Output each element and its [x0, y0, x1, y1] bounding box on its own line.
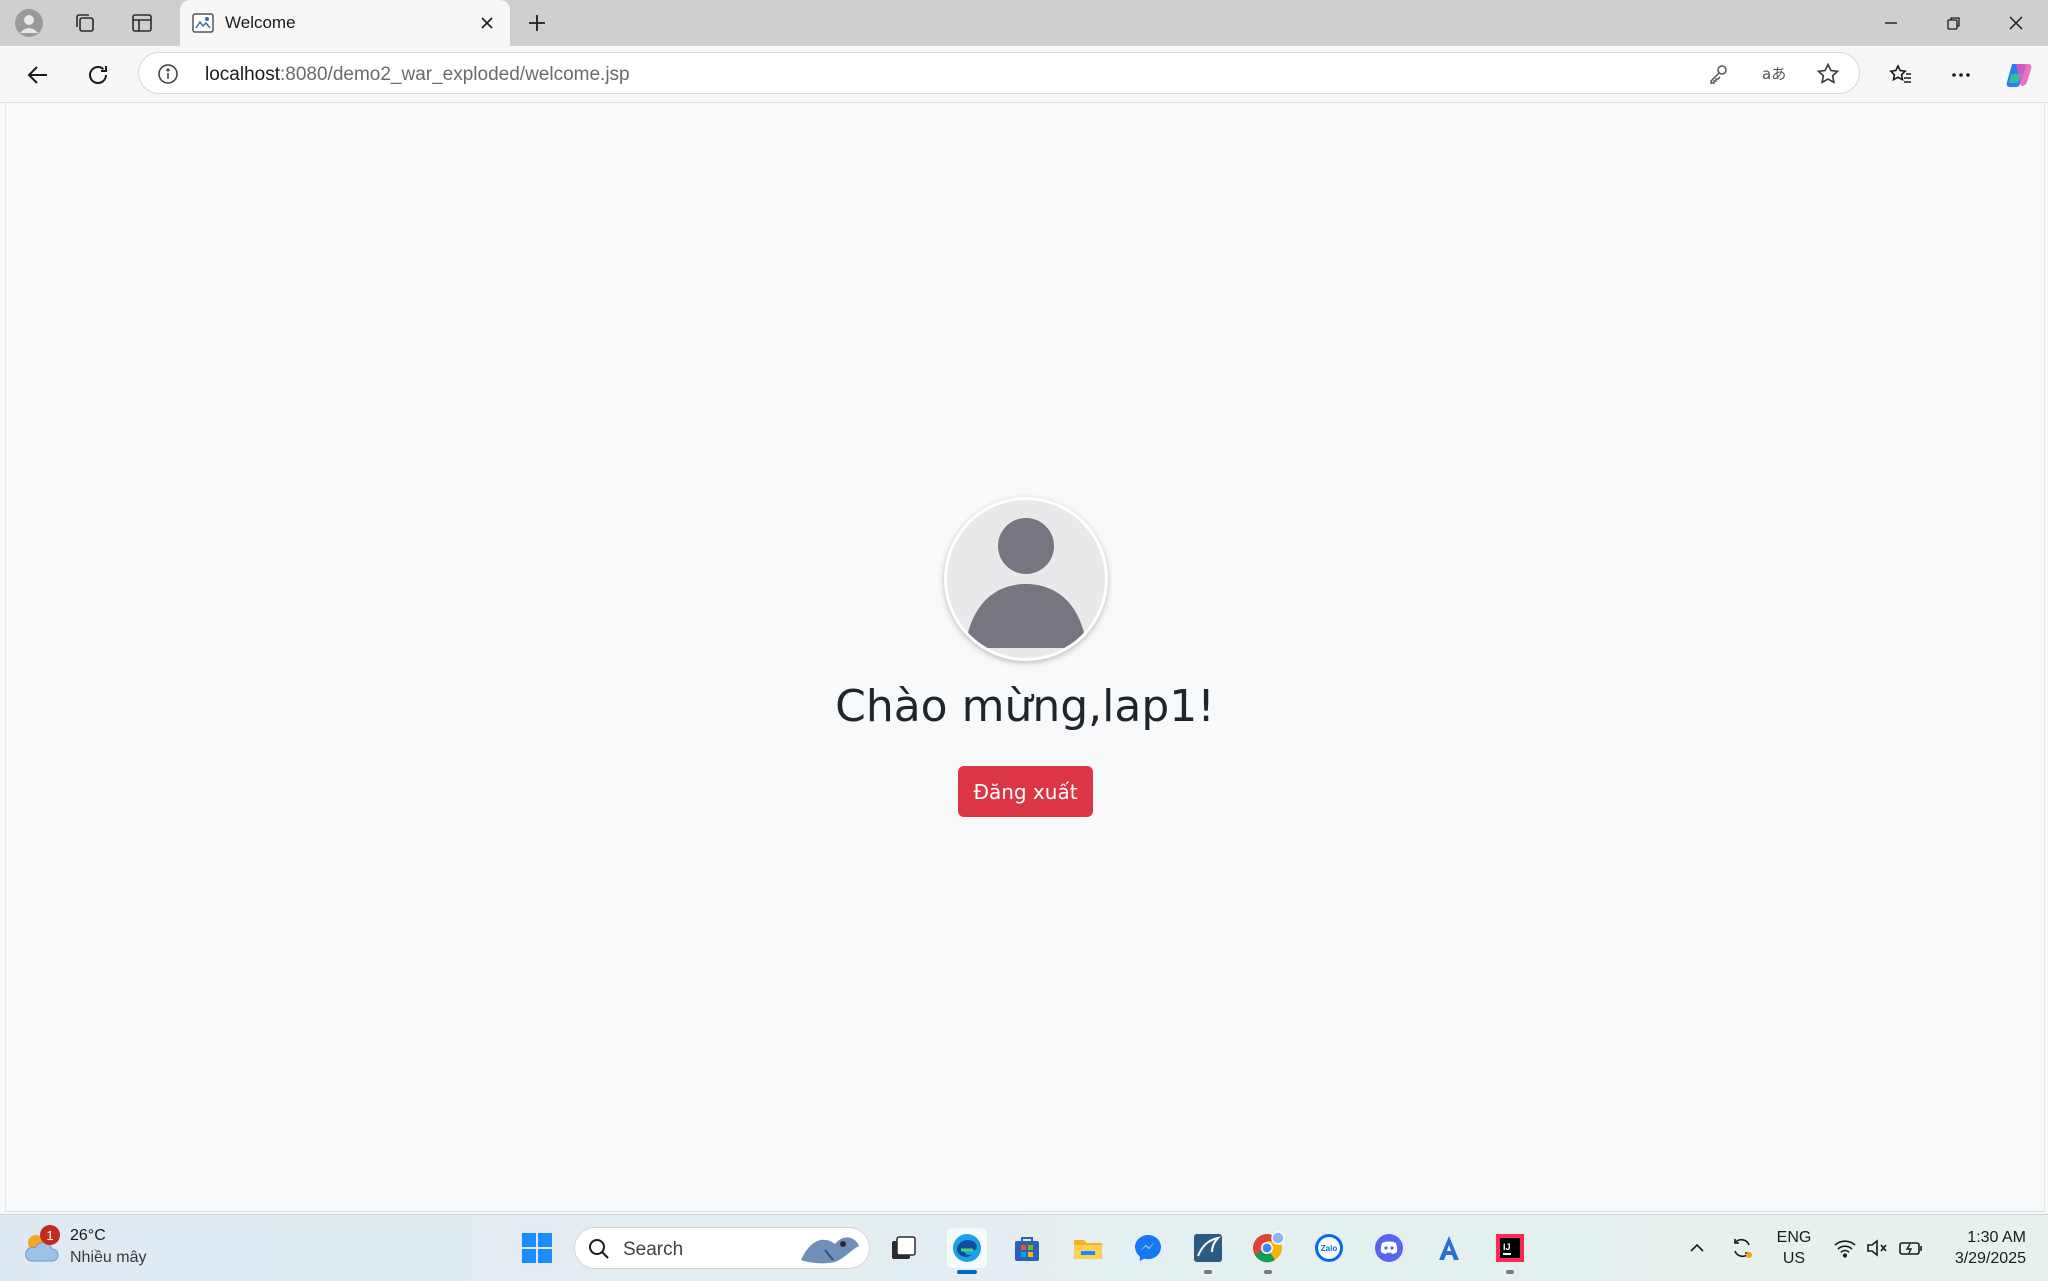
copilot-icon[interactable] — [2002, 58, 2036, 92]
tab-title: Welcome — [225, 13, 296, 32]
show-hidden-icons-chevron-up-icon[interactable] — [1682, 1233, 1712, 1263]
url-path: :8080/demo2_war_exploded/welcome.jsp — [280, 64, 630, 85]
volume-muted-icon[interactable] — [1862, 1233, 1892, 1263]
start-icon[interactable] — [517, 1228, 557, 1268]
address-bar[interactable]: localhost:8080/demo2_war_exploded/welcom… — [138, 52, 1860, 94]
language-code: ENG — [1776, 1229, 1812, 1246]
new-tab-icon[interactable] — [522, 8, 552, 38]
sync-icon[interactable] — [1727, 1233, 1757, 1263]
discord-icon[interactable] — [1369, 1228, 1409, 1268]
battery-charging-icon[interactable] — [1896, 1233, 1926, 1263]
wifi-icon[interactable] — [1830, 1233, 1860, 1263]
weather-temperature: 26°C — [70, 1227, 106, 1244]
translate-icon[interactable]: aあ — [1761, 62, 1785, 86]
weather-condition: Nhiều mây — [70, 1249, 147, 1266]
svg-text:Zalo: Zalo — [1321, 1244, 1338, 1253]
minimize-icon[interactable] — [1871, 8, 1911, 38]
task-view-icon[interactable] — [883, 1228, 923, 1268]
language-tool-icon[interactable] — [1429, 1228, 1469, 1268]
file-explorer-icon[interactable] — [1068, 1228, 1108, 1268]
workspaces-icon[interactable] — [70, 8, 100, 38]
windows-taskbar: 1 26°C Nhiều mây Search Zalo IJ ENG US 1… — [0, 1214, 2048, 1281]
restore-icon[interactable] — [1934, 8, 1974, 38]
browser-tab-bar: Welcome — [0, 0, 2048, 46]
logout-button[interactable]: Đăng xuất — [958, 766, 1093, 817]
weather-widget[interactable]: 1 26°C Nhiều mây — [22, 1225, 162, 1271]
screen: Welcome localhost:8080/demo2_war_explode… — [0, 0, 2048, 1281]
clock-date: 3/29/2025 — [1954, 1250, 2026, 1267]
clock-time: 1:30 AM — [1967, 1229, 2026, 1246]
weather-alert-badge: 1 — [40, 1225, 60, 1245]
url-host: localhost — [205, 64, 280, 85]
taskbar-search[interactable]: Search — [574, 1227, 870, 1269]
more-options-icon[interactable] — [1944, 58, 1978, 92]
edge-icon[interactable] — [947, 1228, 987, 1268]
input-language[interactable]: ENG US — [1772, 1227, 1816, 1269]
intellij-running-indicator — [1506, 1270, 1514, 1274]
edge-active-indicator — [957, 1270, 977, 1274]
messenger-icon[interactable] — [1128, 1228, 1168, 1268]
refresh-icon[interactable] — [81, 58, 115, 92]
svg-text:IJ: IJ — [1503, 1242, 1511, 1252]
chrome-running-indicator — [1264, 1270, 1272, 1274]
intellij-icon[interactable]: IJ — [1490, 1228, 1530, 1268]
chrome-icon[interactable] — [1248, 1228, 1288, 1268]
system-clock[interactable]: 1:30 AM 3/29/2025 — [1930, 1227, 2026, 1269]
user-avatar — [944, 497, 1108, 661]
welcome-heading: Chào mừng,lap1! — [835, 681, 1215, 732]
active-tab[interactable]: Welcome — [180, 0, 510, 46]
search-highlight-art-icon — [795, 1230, 863, 1268]
password-key-icon[interactable] — [1706, 62, 1730, 86]
profile-avatar-icon[interactable] — [14, 8, 44, 38]
favorites-icon[interactable] — [1884, 58, 1918, 92]
page-favicon-icon — [192, 12, 214, 34]
tab-close-icon[interactable] — [476, 12, 498, 34]
zalo-icon[interactable]: Zalo — [1309, 1228, 1349, 1268]
close-window-icon[interactable] — [1996, 8, 2036, 38]
url-text[interactable]: localhost:8080/demo2_war_exploded/welcom… — [205, 64, 630, 86]
svg-text:aあ: aあ — [1762, 65, 1785, 83]
site-info-icon[interactable] — [157, 63, 179, 85]
language-region: US — [1782, 1250, 1806, 1267]
favorite-star-icon[interactable] — [1816, 62, 1840, 86]
mysql-running-indicator — [1204, 1270, 1212, 1274]
search-icon — [587, 1237, 611, 1261]
browser-toolbar: localhost:8080/demo2_war_exploded/welcom… — [0, 46, 2048, 103]
back-arrow-icon[interactable] — [21, 58, 55, 92]
vertical-tabs-icon[interactable] — [127, 8, 157, 38]
mysql-workbench-icon[interactable] — [1188, 1228, 1228, 1268]
store-icon[interactable] — [1007, 1228, 1047, 1268]
user-silhouette-icon — [965, 518, 1087, 648]
search-placeholder: Search — [623, 1239, 684, 1260]
page-viewport: Chào mừng,lap1! Đăng xuất — [5, 103, 2045, 1212]
